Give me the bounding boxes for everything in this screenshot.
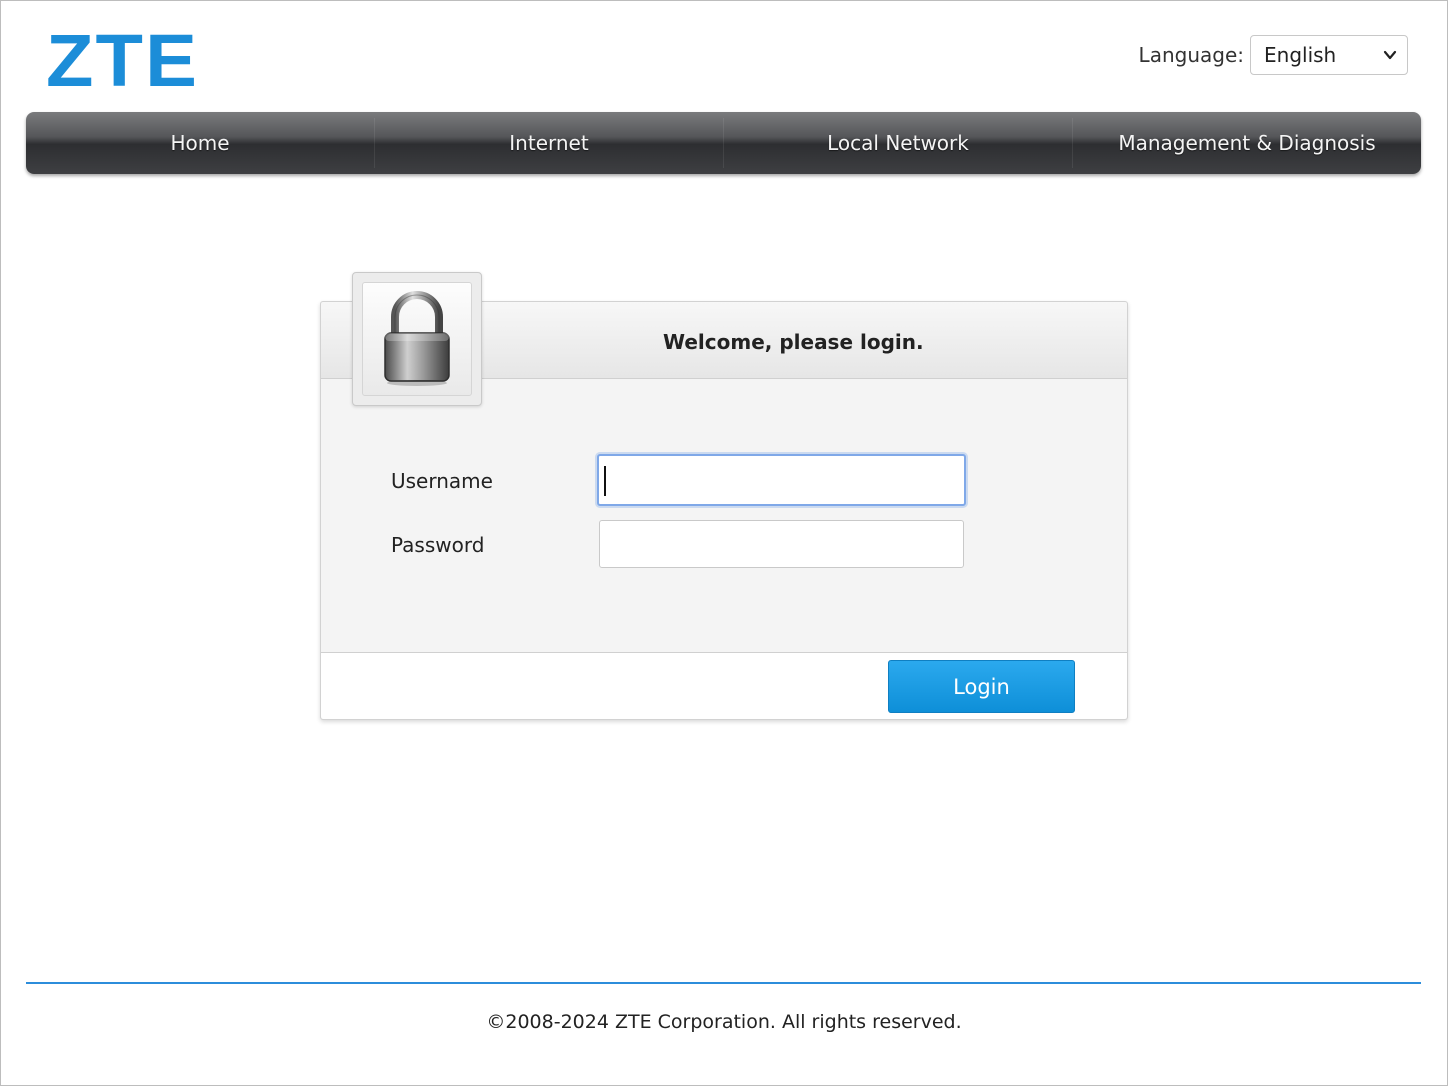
nav-item-management-diagnosis[interactable]: Management & Diagnosis [1073,112,1421,174]
footer-divider [26,982,1421,984]
zte-logo: ZTE [46,19,200,102]
username-input[interactable] [597,454,966,506]
username-label: Username [391,469,493,493]
nav-item-internet[interactable]: Internet [375,112,723,174]
lock-icon [384,291,450,386]
nav-item-local-network[interactable]: Local Network [724,112,1072,174]
copyright-text: ©2008-2024 ZTE Corporation. All rights r… [486,1011,962,1033]
password-input[interactable] [599,520,964,568]
language-selector: Language: English [1139,35,1408,75]
nav-item-label: Local Network [827,131,969,155]
nav-item-home[interactable]: Home [26,112,374,174]
text-caret [604,466,606,496]
language-dropdown[interactable]: English [1250,35,1408,75]
nav-item-label: Management & Diagnosis [1118,131,1376,155]
lock-tile-inner [362,282,472,396]
login-button[interactable]: Login [888,660,1075,713]
password-label: Password [391,533,485,557]
nav-item-label: Internet [509,131,589,155]
main-navigation: Home Internet Local Network Management &… [26,112,1421,174]
language-selected-value: English [1264,43,1337,67]
nav-item-label: Home [170,131,230,155]
login-title: Welcome, please login. [663,330,924,354]
chevron-down-icon [1383,50,1397,60]
language-label: Language: [1138,43,1244,67]
lock-tile [352,272,482,406]
